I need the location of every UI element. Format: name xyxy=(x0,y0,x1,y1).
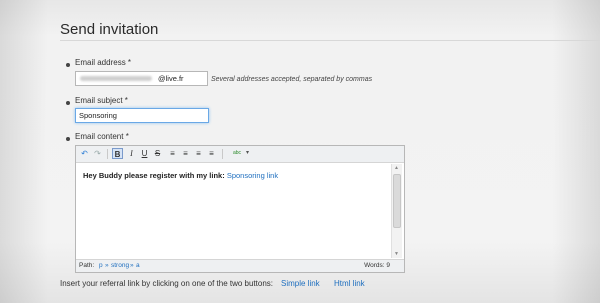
editor-status-bar: Path: p » strong » a Words: 9 xyxy=(76,259,404,272)
bullet xyxy=(66,137,70,141)
strikethrough-button[interactable]: S xyxy=(152,148,163,159)
bullet xyxy=(66,101,70,105)
footer-instruction: Insert your referral link by clicking on… xyxy=(60,279,273,288)
redacted-email-local-part xyxy=(80,76,152,81)
align-center-button[interactable]: ≡ xyxy=(180,148,191,159)
page-title: Send invitation xyxy=(60,21,159,38)
email-subject-input[interactable]: Sponsoring xyxy=(75,108,209,123)
bold-button[interactable]: B xyxy=(112,148,123,159)
toolbar-separator xyxy=(222,149,223,159)
left-vignette xyxy=(0,0,48,303)
path-separator: » xyxy=(105,262,109,269)
simple-link-button[interactable]: Simple link xyxy=(281,279,320,288)
scrollbar-thumb[interactable] xyxy=(393,174,401,228)
redo-icon[interactable]: ↷ xyxy=(92,148,103,159)
content-bold-text: Hey Buddy please register with my link: xyxy=(83,171,225,180)
toolbar-separator xyxy=(107,149,108,159)
rich-text-editor[interactable]: ↶ ↷ B I U S ≡ ≡ ≡ ≡ abc ▾ Hey Buddy plea… xyxy=(75,145,405,273)
align-left-button[interactable]: ≡ xyxy=(167,148,178,159)
email-subject-value: Sponsoring xyxy=(79,111,117,120)
chevron-down-icon[interactable]: ▾ xyxy=(242,148,253,159)
email-address-input[interactable]: @live.fr xyxy=(75,71,208,86)
email-content-label: Email content * xyxy=(75,132,129,141)
email-address-label: Email address * xyxy=(75,58,132,67)
path-a[interactable]: a xyxy=(136,260,140,271)
justify-button[interactable]: ≡ xyxy=(206,148,217,159)
underline-button[interactable]: U xyxy=(139,148,150,159)
title-divider xyxy=(60,40,600,41)
email-address-value: @live.fr xyxy=(158,74,184,83)
path-separator: » xyxy=(130,262,134,269)
editor-content[interactable]: Hey Buddy please register with my link: … xyxy=(83,171,278,180)
scroll-up-icon[interactable]: ▲ xyxy=(394,165,399,171)
path-label: Path: xyxy=(79,262,95,269)
scroll-down-icon[interactable]: ▼ xyxy=(394,251,399,257)
path-strong[interactable]: strong xyxy=(111,260,129,271)
right-vignette xyxy=(552,0,600,303)
email-subject-label: Email subject * xyxy=(75,96,128,105)
italic-button[interactable]: I xyxy=(126,148,137,159)
editor-toolbar: ↶ ↷ B I U S ≡ ≡ ≡ ≡ abc ▾ xyxy=(76,146,404,163)
word-count: Words: 9 xyxy=(364,262,390,269)
bullet xyxy=(66,63,70,67)
email-address-hint: Several addresses accepted, separated by… xyxy=(211,76,373,83)
align-right-button[interactable]: ≡ xyxy=(193,148,204,159)
undo-icon[interactable]: ↶ xyxy=(79,148,90,159)
html-link-button[interactable]: Html link xyxy=(334,279,365,288)
editor-scrollbar[interactable]: ▲ ▼ xyxy=(391,164,402,258)
sponsoring-link[interactable]: Sponsoring link xyxy=(227,171,278,180)
path-p[interactable]: p xyxy=(99,260,103,271)
